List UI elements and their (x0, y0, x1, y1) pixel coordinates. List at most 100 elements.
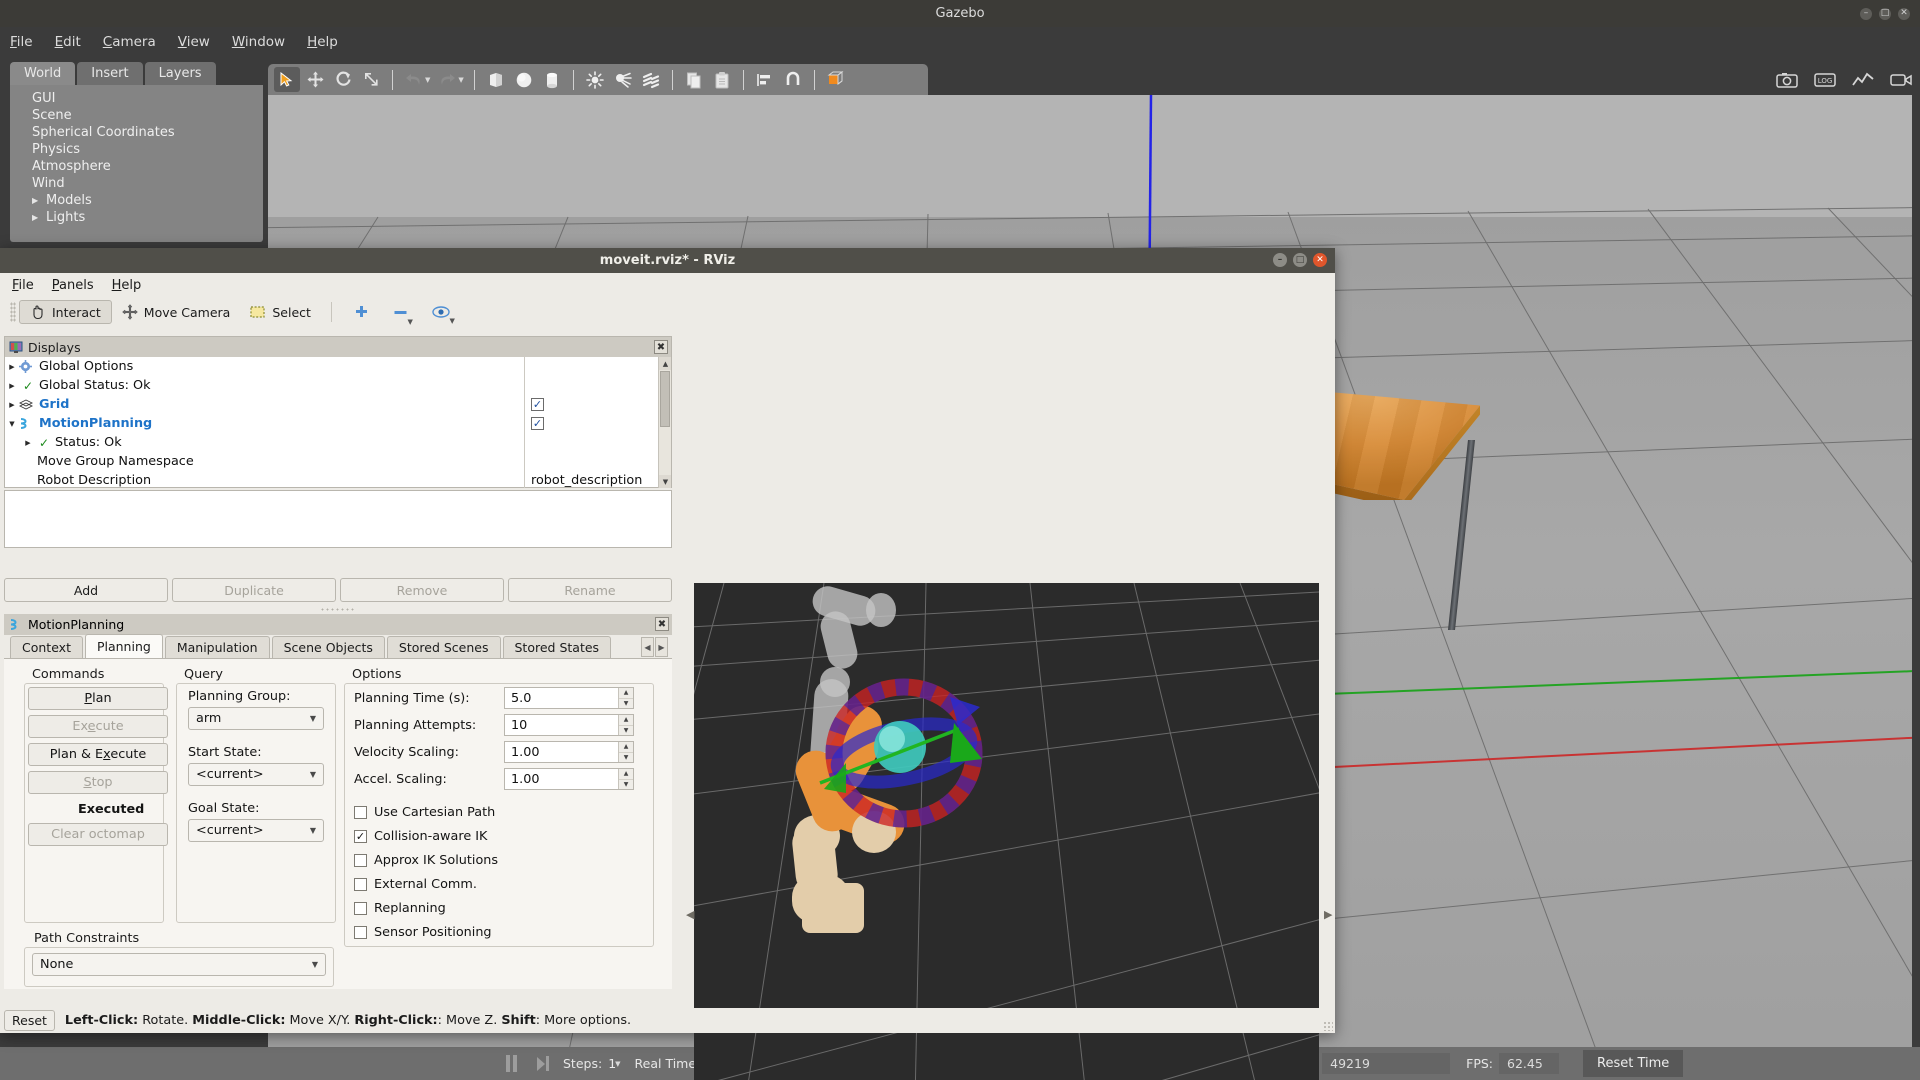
steps-dropdown-caret-icon[interactable]: ▼ (615, 1060, 620, 1068)
displays-close-icon[interactable]: ✖ (654, 340, 668, 354)
gazebo-maximize-button[interactable]: □ (1879, 7, 1891, 20)
collision-aware-ik-checkbox[interactable]: ✓ (354, 830, 367, 843)
reset-view-button[interactable]: Reset (4, 1010, 55, 1031)
gazebo-menu-file[interactable]: File (10, 34, 33, 50)
external-comm-row[interactable]: External Comm. (354, 877, 477, 892)
external-comm-checkbox[interactable] (354, 878, 367, 891)
execute-button[interactable]: Execute (28, 715, 168, 738)
motionplanning-close-icon[interactable]: ✖ (655, 617, 669, 631)
view-selected-icon[interactable] (823, 67, 849, 92)
panel-splitter-handle[interactable] (320, 607, 356, 612)
gazebo-tab-insert[interactable]: Insert (77, 62, 143, 85)
expand-arrow-icon[interactable]: ▶ (21, 439, 35, 447)
display-row-robot-description[interactable]: Robot Description robot_description (5, 471, 671, 488)
expand-arrow-icon[interactable]: ▶ (5, 363, 19, 371)
gazebo-menu-help[interactable]: Help (307, 34, 338, 50)
scroll-up-icon[interactable]: ▲ (659, 357, 671, 370)
remove-display-button[interactable]: Remove (340, 578, 504, 602)
duplicate-display-button[interactable]: Duplicate (172, 578, 336, 602)
gazebo-tab-layers[interactable]: Layers (144, 62, 216, 85)
redo-icon[interactable] (434, 67, 460, 92)
paste-icon[interactable] (709, 67, 735, 92)
goal-state-select[interactable]: <current> ▼ (188, 819, 324, 842)
plan-and-execute-button[interactable]: Plan & Execute (28, 743, 168, 766)
remove-tool-icon[interactable]: ▼ (393, 305, 413, 326)
display-enabled-checkbox[interactable]: ✓ (531, 417, 544, 430)
display-property-area[interactable] (4, 490, 672, 548)
display-row-status[interactable]: ▶ ✓ Status: Ok (5, 433, 671, 452)
accel-scaling-stepper[interactable]: ▲ ▼ (618, 769, 633, 789)
box-icon[interactable] (483, 67, 509, 92)
focus-camera-icon[interactable]: ▼ (432, 305, 455, 325)
world-item-models[interactable]: Models (32, 192, 263, 209)
display-row-global-status[interactable]: ▶ ✓ Global Status: Ok (5, 376, 671, 395)
accel-scaling-input[interactable]: 1.00 ▲ ▼ (504, 768, 634, 790)
clear-octomap-button[interactable]: Clear octomap (28, 823, 168, 846)
world-item-lights[interactable]: Lights (32, 209, 263, 226)
displays-tree[interactable]: ▶ Global Options ▶ ✓ Global Status: Ok ▶ (5, 357, 671, 488)
gazebo-menu-camera[interactable]: Camera (103, 34, 156, 50)
toolbar-drag-handle[interactable] (10, 302, 16, 322)
gazebo-menu-window[interactable]: Window (232, 34, 285, 50)
step-forward-icon[interactable] (537, 1056, 549, 1071)
collision-aware-ik-row[interactable]: ✓ Collision-aware IK (354, 829, 487, 844)
tab-context[interactable]: Context (10, 636, 83, 658)
planning-attempts-stepper[interactable]: ▲ ▼ (618, 715, 633, 735)
world-item-wind[interactable]: Wind (32, 175, 263, 192)
tab-planning[interactable]: Planning (84, 634, 163, 658)
log-icon[interactable]: LOG (1814, 72, 1836, 88)
gazebo-menu-view[interactable]: View (178, 34, 210, 50)
start-state-select[interactable]: <current> ▼ (188, 763, 324, 786)
rotate-icon[interactable] (330, 67, 356, 92)
display-row-motionplanning[interactable]: ▼ MotionPlanning ✓ (5, 414, 671, 433)
rviz-menu-panels[interactable]: Panels (52, 278, 94, 293)
rviz-menu-file[interactable]: File (12, 278, 34, 293)
plot-icon[interactable] (1852, 72, 1874, 88)
move-camera-tool-button[interactable]: Move Camera (112, 300, 241, 324)
gazebo-world-tree[interactable]: GUI Scene Spherical Coordinates Physics … (10, 85, 263, 242)
stop-button[interactable]: Stop (28, 771, 168, 794)
interact-tool-button[interactable]: Interact (19, 300, 112, 324)
display-row-grid[interactable]: ▶ Grid ✓ (5, 395, 671, 414)
sensor-positioning-checkbox[interactable] (354, 926, 367, 939)
collapse-arrow-icon[interactable]: ▼ (5, 420, 19, 428)
scale-icon[interactable] (358, 67, 384, 92)
rviz-maximize-button[interactable]: □ (1293, 253, 1307, 267)
velocity-scaling-stepper[interactable]: ▲ ▼ (618, 742, 633, 762)
plan-button[interactable]: Plan (28, 687, 168, 710)
planning-time-input[interactable]: 5.0 ▲ ▼ (504, 687, 634, 709)
velocity-scaling-input[interactable]: 1.00 ▲ ▼ (504, 741, 634, 763)
scrollbar-thumb[interactable] (660, 371, 670, 427)
align-icon[interactable] (752, 67, 778, 92)
select-tool-button[interactable]: Select (240, 300, 321, 324)
gazebo-close-button[interactable]: ✕ (1898, 7, 1910, 20)
tab-scroll-right-icon[interactable]: ▶ (655, 637, 668, 657)
expand-arrow-icon[interactable]: ▶ (5, 382, 19, 390)
tab-manipulation[interactable]: Manipulation (164, 636, 270, 658)
world-item-physics[interactable]: Physics (32, 141, 263, 158)
display-row-move-group-namespace[interactable]: Move Group Namespace (5, 452, 671, 471)
use-cartesian-path-checkbox[interactable] (354, 806, 367, 819)
cylinder-icon[interactable] (539, 67, 565, 92)
gazebo-minimize-button[interactable]: – (1860, 7, 1872, 20)
redo-dropdown-caret-icon[interactable]: ▼ (458, 76, 463, 84)
displays-scrollbar[interactable]: ▲ ▼ (658, 357, 671, 488)
gazebo-tab-world[interactable]: World (10, 62, 76, 85)
right-splitter-arrow-icon[interactable]: ▶ (1324, 908, 1332, 921)
rename-display-button[interactable]: Rename (508, 578, 672, 602)
resize-grip[interactable] (1323, 1021, 1333, 1031)
directional-light-icon[interactable] (638, 67, 664, 92)
left-splitter-arrow-icon[interactable]: ◀ (686, 908, 694, 921)
undo-icon[interactable] (401, 67, 427, 92)
world-item-spherical-coordinates[interactable]: Spherical Coordinates (32, 124, 263, 141)
world-item-gui[interactable]: GUI (32, 90, 263, 107)
path-constraints-select[interactable]: None ▼ (32, 953, 326, 976)
planning-attempts-input[interactable]: 10 ▲ ▼ (504, 714, 634, 736)
replanning-row[interactable]: Replanning (354, 901, 446, 916)
translate-icon[interactable] (302, 67, 328, 92)
reset-time-button[interactable]: Reset Time (1583, 1050, 1684, 1077)
planning-group-select[interactable]: arm ▼ (188, 707, 324, 730)
interactive-marker[interactable] (754, 623, 1054, 883)
select-arrow-icon[interactable] (274, 67, 300, 92)
display-enabled-checkbox[interactable]: ✓ (531, 398, 544, 411)
